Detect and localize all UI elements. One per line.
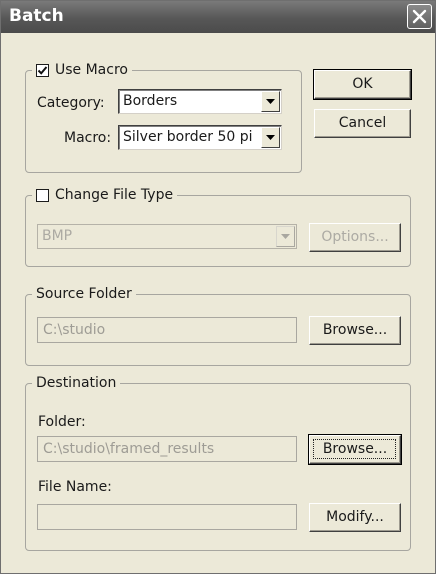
file-name-label: File Name:	[38, 479, 112, 495]
destination-label: Destination	[36, 375, 117, 391]
window-title: Batch	[9, 6, 64, 26]
category-dropdown-button[interactable]	[261, 91, 280, 112]
destination-folder-field[interactable]: C:\studio\framed_results	[37, 436, 297, 462]
destination-folder-path: C:\studio\framed_results	[43, 441, 215, 457]
macro-value: Silver border 50 pi	[123, 129, 253, 145]
source-folder-legend: Source Folder	[32, 285, 136, 303]
checkbox-box[interactable]	[36, 63, 49, 77]
cancel-button[interactable]: Cancel	[314, 109, 411, 138]
file-type-value: BMP	[42, 228, 73, 244]
chevron-down-icon	[281, 234, 290, 239]
chevron-down-icon	[266, 99, 275, 104]
file-type-dropdown-button[interactable]	[276, 226, 295, 247]
macro-dropdown-button[interactable]	[261, 127, 280, 148]
title-bar[interactable]: Batch	[1, 1, 435, 33]
destination-legend: Destination	[32, 374, 121, 392]
checkbox-box[interactable]	[36, 188, 49, 202]
options-button[interactable]: Options...	[309, 223, 401, 252]
source-folder-field[interactable]: C:\studio	[37, 317, 297, 343]
chevron-down-icon	[266, 135, 275, 140]
change-file-type-label: Change File Type	[55, 187, 174, 203]
macro-dropdown[interactable]: Silver border 50 pi	[118, 125, 282, 150]
change-file-type-checkbox[interactable]: Change File Type	[32, 186, 178, 204]
macro-label: Macro:	[64, 130, 112, 146]
file-name-field[interactable]	[37, 504, 297, 530]
close-button[interactable]	[407, 4, 432, 29]
category-value: Borders	[123, 93, 178, 109]
source-folder-label: Source Folder	[36, 286, 132, 302]
category-label: Category:	[37, 95, 105, 111]
close-icon	[412, 9, 427, 24]
checkmark-icon	[37, 65, 48, 75]
source-folder-path: C:\studio	[43, 322, 106, 338]
category-dropdown[interactable]: Borders	[118, 89, 282, 114]
destination-folder-label: Folder:	[38, 414, 86, 430]
use-macro-label: Use Macro	[55, 62, 128, 78]
destination-browse-button[interactable]: Browse...	[308, 434, 402, 465]
source-browse-button[interactable]: Browse...	[309, 316, 401, 345]
modify-button[interactable]: Modify...	[309, 503, 401, 532]
batch-dialog: Batch Use Macro Category: Borders Macro:…	[0, 0, 436, 574]
use-macro-group: Use Macro	[25, 61, 302, 173]
use-macro-checkbox[interactable]: Use Macro	[32, 61, 132, 79]
ok-button[interactable]: OK	[313, 69, 412, 100]
file-type-dropdown[interactable]: BMP	[37, 224, 297, 249]
